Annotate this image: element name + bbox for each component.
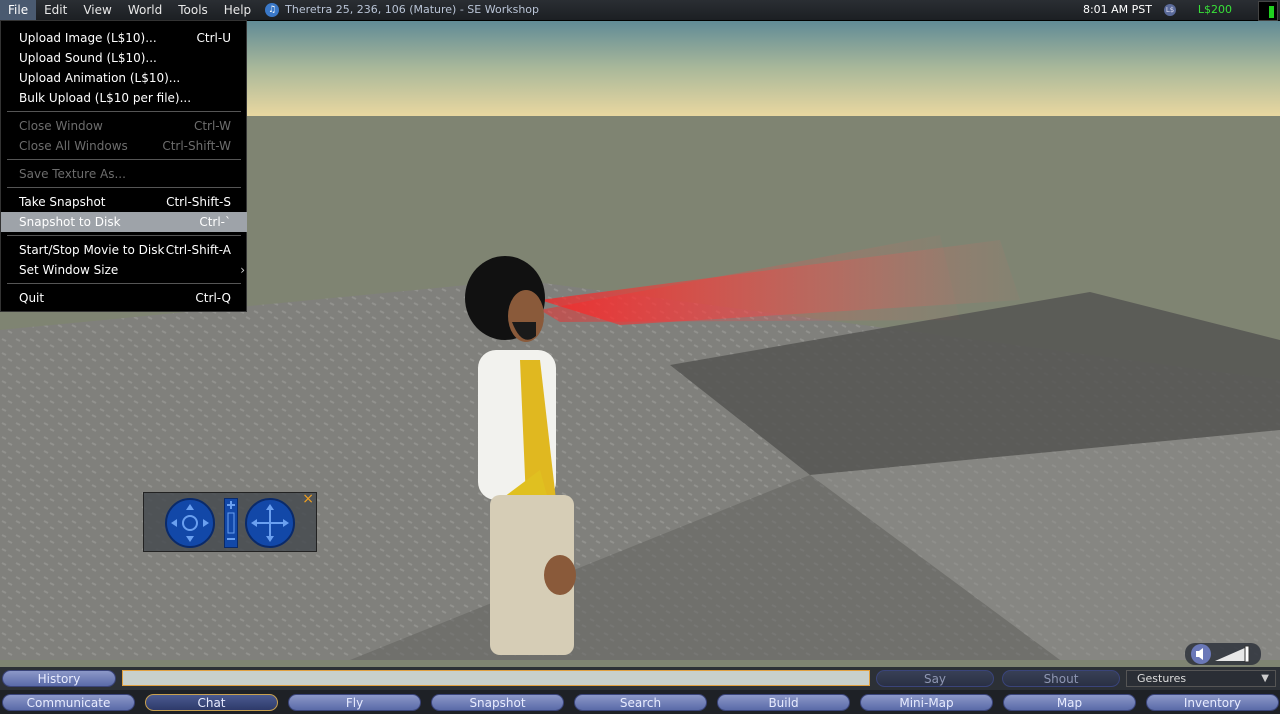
menu-item-label: Snapshot to Disk	[19, 215, 121, 229]
chevron-down-icon: ▼	[1261, 673, 1269, 684]
gestures-label: Gestures	[1137, 672, 1187, 685]
menu-item-label: Quit	[19, 291, 45, 305]
menu-separator	[7, 159, 241, 160]
chat-input[interactable]	[122, 670, 870, 686]
chat-bar: History Say Shout Gestures ▼	[0, 667, 1280, 690]
location-text[interactable]: Theretra 25, 236, 106 (Mature) - SE Work…	[285, 0, 539, 20]
menu-file[interactable]: File	[0, 0, 37, 20]
menu-tools[interactable]: Tools	[170, 0, 216, 20]
movement-controls-panel: ×	[143, 491, 317, 552]
file-menu-item[interactable]: Quit Ctrl-Q	[1, 288, 247, 308]
shout-button[interactable]: Shout	[1002, 670, 1120, 687]
file-menu-item: Close All Windows Ctrl-Shift-W	[1, 136, 247, 156]
menu-item-shortcut: Ctrl-Q	[195, 291, 231, 305]
menu-item-shortcut: Ctrl-`	[199, 215, 231, 229]
menu-separator	[7, 111, 241, 112]
menu-item-label: Take Snapshot	[19, 195, 106, 209]
toolbar-button-build[interactable]: Build	[717, 694, 850, 711]
toolbar-button-chat[interactable]: Chat	[145, 694, 278, 711]
camera-zoom-slider[interactable]	[224, 498, 238, 548]
file-menu-item: Save Texture As...	[1, 164, 247, 184]
chevron-right-icon: ›	[240, 263, 245, 277]
menu-item-label: Start/Stop Movie to Disk	[19, 243, 165, 257]
file-menu-item[interactable]: Take Snapshot Ctrl-Shift-S	[1, 192, 247, 212]
menu-item-shortcut: Ctrl-U	[196, 31, 231, 45]
rotate-joystick-icon[interactable]	[165, 498, 215, 548]
file-menu-item[interactable]: Set Window Size ›	[1, 260, 247, 280]
file-menu-item[interactable]: Snapshot to Disk Ctrl-`	[1, 212, 247, 232]
menu-item-label: Upload Animation (L$10)...	[19, 71, 181, 85]
menu-world[interactable]: World	[120, 0, 170, 20]
menu-item-label: Close All Windows	[19, 139, 128, 153]
menu-help[interactable]: Help	[216, 0, 259, 20]
say-button[interactable]: Say	[876, 670, 994, 687]
menu-edit[interactable]: Edit	[36, 0, 75, 20]
toolbar-button-mini-map[interactable]: Mini-Map	[860, 694, 993, 711]
toolbar-button-inventory[interactable]: Inventory	[1146, 694, 1279, 711]
close-icon[interactable]: ×	[302, 491, 314, 507]
file-menu-item[interactable]: Upload Sound (L$10)...	[1, 48, 247, 68]
clock-text: 8:01 AM PST	[1082, 3, 1152, 16]
menu-item-shortcut: Ctrl-Shift-A	[165, 243, 231, 257]
volume-control[interactable]	[1185, 643, 1261, 665]
file-menu-item[interactable]: Upload Image (L$10)... Ctrl-U	[1, 28, 247, 48]
top-menu-bar: File Edit View World Tools Help ♫ Theret…	[0, 0, 1280, 21]
balance-text[interactable]: L$200	[1198, 0, 1232, 20]
gestures-dropdown[interactable]: Gestures ▼	[1126, 670, 1276, 687]
currency-icon[interactable]: L$	[1164, 4, 1176, 16]
menu-item-label: Close Window	[19, 119, 103, 133]
voice-headset-icon[interactable]: ♫	[265, 3, 280, 17]
menu-view[interactable]: View	[75, 0, 119, 20]
toolbar-button-fly[interactable]: Fly	[288, 694, 421, 711]
file-menu-item[interactable]: Bulk Upload (L$10 per file)...	[1, 88, 247, 108]
toolbar-button-search[interactable]: Search	[574, 694, 707, 711]
menu-separator	[7, 187, 241, 188]
bottom-toolbar: Communicate Chat Fly Snapshot Search Build Min…	[0, 690, 1280, 714]
menu-item-label: Upload Sound (L$10)...	[19, 51, 157, 65]
menu-item-label: Upload Image (L$10)...	[19, 31, 157, 45]
history-button[interactable]: History	[2, 670, 116, 687]
toolbar-button-communicate[interactable]: Communicate	[2, 694, 135, 711]
menu-separator	[7, 235, 241, 236]
toolbar-button-map[interactable]: Map	[1003, 694, 1136, 711]
bandwidth-meter-icon[interactable]	[1258, 1, 1278, 21]
menu-item-shortcut: Ctrl-Shift-S	[166, 195, 231, 209]
menu-item-shortcut: Ctrl-Shift-W	[162, 139, 231, 153]
menu-item-label: Bulk Upload (L$10 per file)...	[19, 91, 192, 105]
file-menu-item[interactable]: Upload Animation (L$10)...	[1, 68, 247, 88]
file-menu-dropdown: Upload Image (L$10)... Ctrl-U Upload Sound…	[0, 20, 247, 312]
file-menu-item[interactable]: Start/Stop Movie to Disk Ctrl-Shift-A	[1, 240, 247, 260]
menu-item-label: Save Texture As...	[19, 167, 126, 181]
move-joystick-icon[interactable]	[245, 498, 295, 548]
menu-item-shortcut: Ctrl-W	[193, 119, 231, 133]
menu-separator	[7, 283, 241, 284]
menu-item-label: Set Window Size	[19, 263, 119, 277]
file-menu-item: Close Window Ctrl-W	[1, 116, 247, 136]
toolbar-button-snapshot[interactable]: Snapshot	[431, 694, 564, 711]
